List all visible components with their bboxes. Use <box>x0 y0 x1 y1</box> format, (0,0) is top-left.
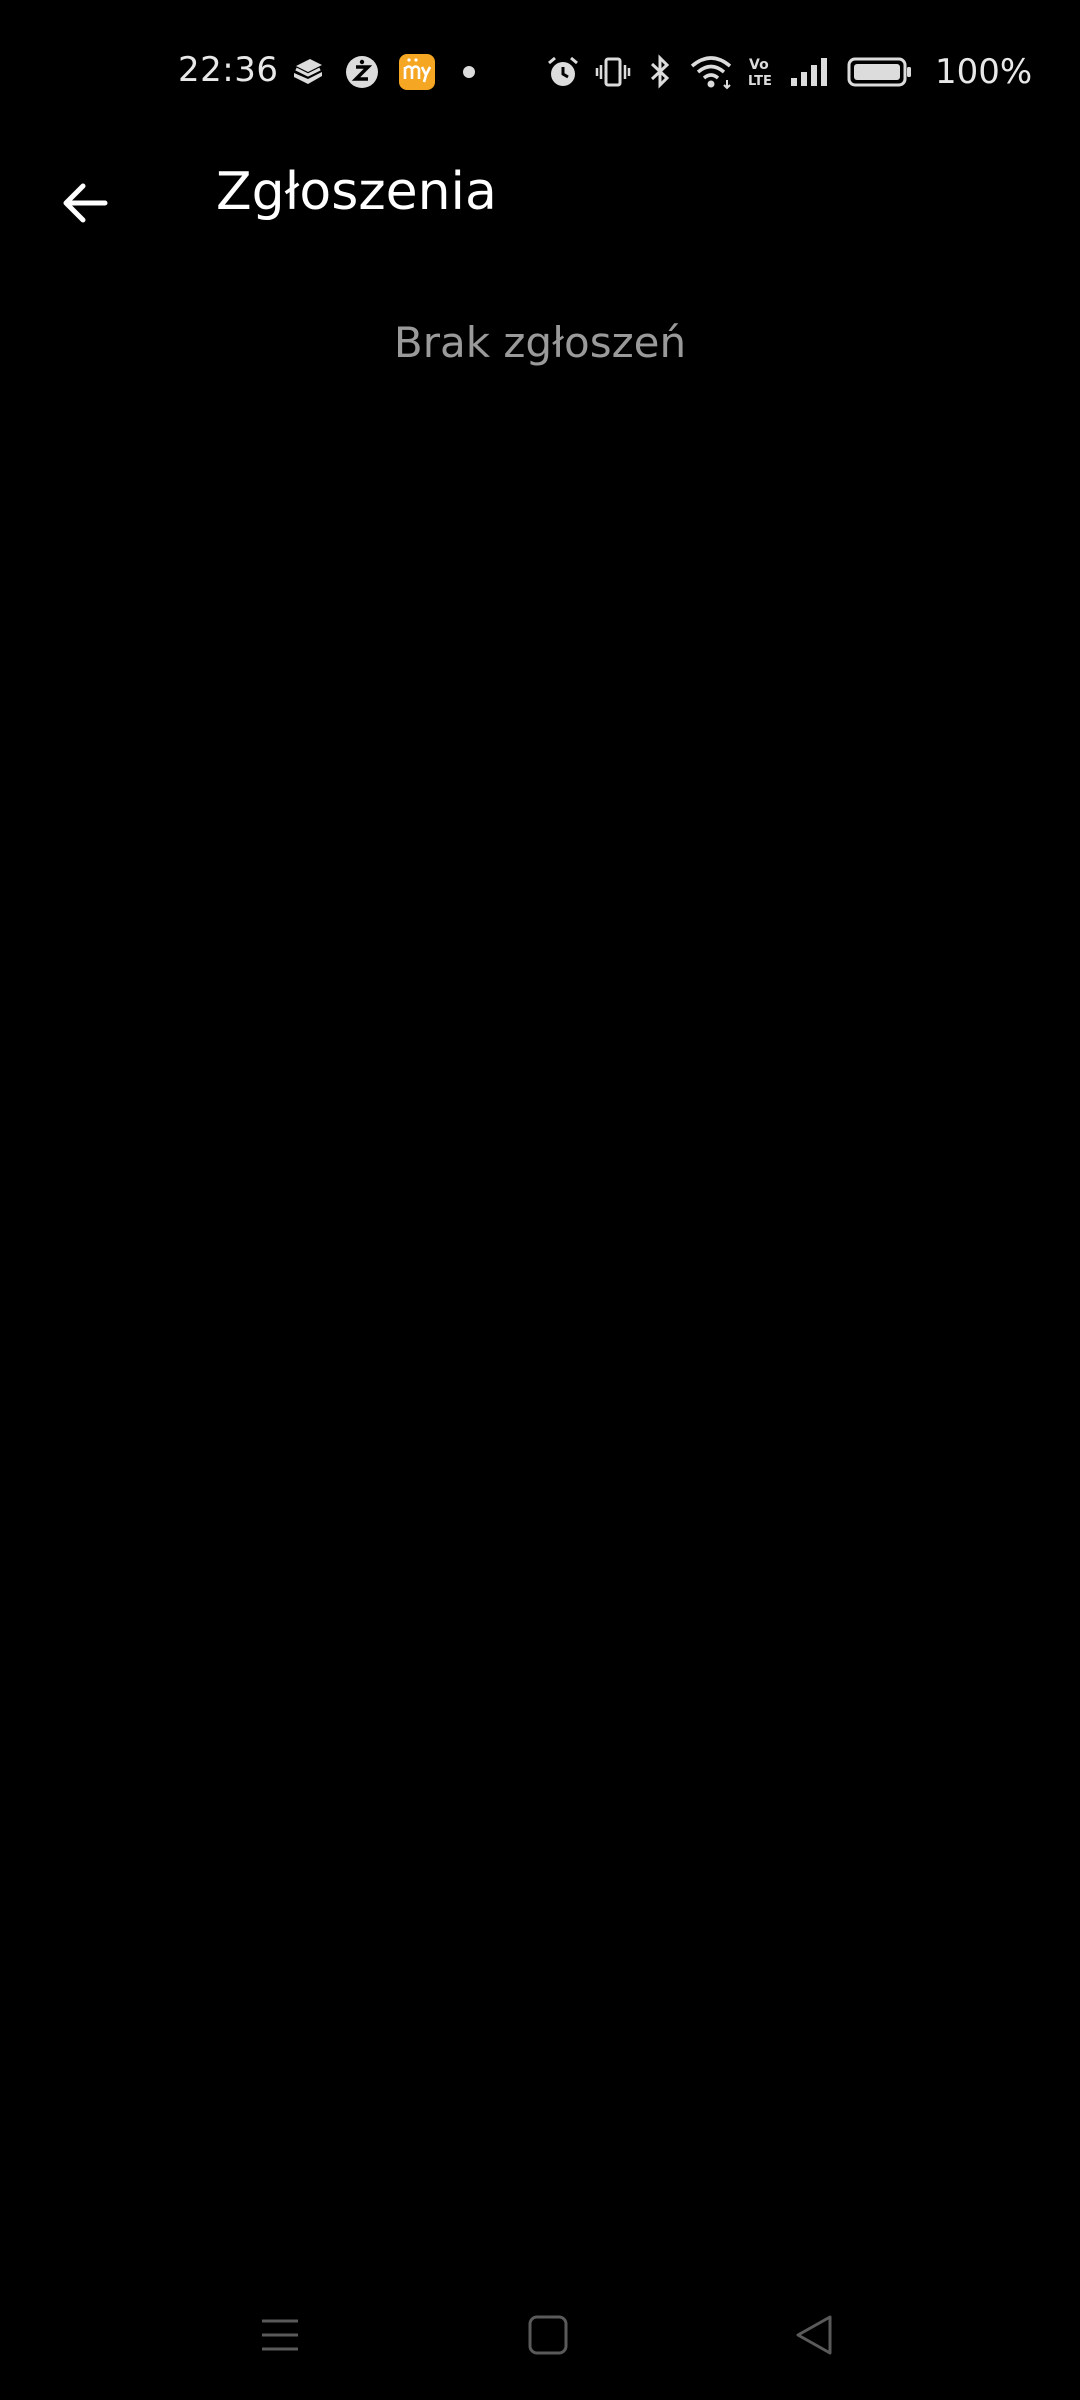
back-nav-button[interactable] <box>774 2300 854 2370</box>
wifi-icon <box>689 54 733 90</box>
svg-text:Vo: Vo <box>749 57 769 73</box>
app-bar: Zgłoszenia <box>0 140 1080 260</box>
system-icons: Vo LTE 100% <box>545 52 1032 92</box>
notification-icons <box>290 52 484 92</box>
battery-percent: 100% <box>935 52 1033 92</box>
back-button[interactable] <box>40 158 130 248</box>
svg-text:LTE: LTE <box>748 74 772 89</box>
back-triangle-icon <box>796 2315 832 2355</box>
status-bar: 22:36 Vo LTE 100% <box>0 0 1080 140</box>
recents-menu-icon <box>262 2319 298 2351</box>
signal-icon <box>789 54 833 90</box>
home-button[interactable] <box>508 2300 588 2370</box>
zabka-app-icon <box>344 54 380 90</box>
system-nav-bar <box>0 2280 1080 2380</box>
empty-state-message: Brak zgłoszeń <box>393 318 687 367</box>
volte-icon: Vo LTE <box>747 54 775 90</box>
alarm-icon <box>545 54 581 90</box>
vibrate-icon <box>595 54 631 90</box>
status-time: 22:36 <box>178 50 279 90</box>
layers-app-icon <box>290 54 326 90</box>
page-title: Zgłoszenia <box>216 162 497 222</box>
home-square-icon <box>528 2315 568 2355</box>
battery-icon <box>847 54 913 90</box>
more-notifications-dot-icon <box>454 57 484 87</box>
recents-button[interactable] <box>240 2300 320 2370</box>
bluetooth-icon <box>645 54 675 90</box>
arrow-left-icon <box>63 183 108 223</box>
my-app-icon <box>398 53 436 91</box>
